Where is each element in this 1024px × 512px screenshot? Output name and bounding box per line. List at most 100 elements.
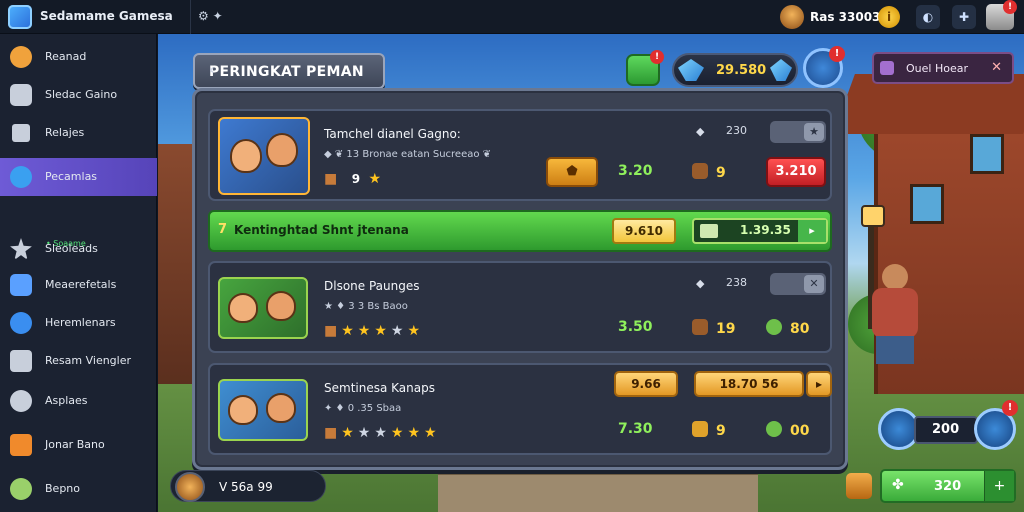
add-gems-icon[interactable] — [770, 59, 792, 81]
sidebar-item-10[interactable]: Bepno — [0, 470, 157, 508]
reward-value: 1.39.35 — [740, 223, 791, 237]
player-portrait — [218, 379, 308, 441]
currency-button[interactable]: ✤ 320 + — [880, 469, 1016, 503]
avatar[interactable] — [175, 472, 205, 502]
star-icon: ★ — [341, 323, 358, 339]
avatar-icon — [10, 46, 32, 68]
close-icon[interactable]: ✕ — [804, 275, 824, 293]
notification-badge: ! — [1003, 0, 1017, 14]
player-portrait — [218, 277, 308, 339]
player-bar[interactable]: V 56a 99 — [170, 470, 326, 502]
sidebar-item-1[interactable]: Sledac Gaino — [0, 76, 157, 114]
user-name: Ras 33003 — [810, 10, 881, 24]
gem-icon — [678, 59, 704, 81]
score-pill[interactable]: 9.610 — [612, 218, 676, 244]
chat-icon — [10, 350, 32, 372]
notice-banner[interactable]: Ouel Hoear ✕ — [872, 52, 1014, 84]
leaderboard-card[interactable]: Tamchel dianel Gagno: ◆ ❦ 13 Bronae eata… — [208, 109, 832, 201]
stat-icon: ◆ — [696, 277, 705, 290]
reward-pill[interactable]: 18.70 56 — [694, 371, 804, 397]
coin-icon[interactable]: i — [878, 6, 900, 28]
player-name: Semtinesa Kanaps — [324, 381, 435, 395]
leaderboard-title[interactable]: PERINGKAT PEMAN ‹ — [193, 53, 385, 89]
energy-counter[interactable]: 200 ! — [878, 400, 1018, 452]
app-title: Sedamame Gamesa — [40, 9, 173, 23]
chest-icon: ■ — [324, 323, 342, 339]
gear-icon — [10, 390, 32, 412]
add-button[interactable]: + — [984, 471, 1014, 501]
sidebar-item-8[interactable]: Asplaes — [0, 382, 157, 420]
chevron-left-icon[interactable]: ‹ — [209, 63, 375, 78]
sidebar-item-label: Sleoleads — [45, 242, 98, 255]
toggle-switch[interactable]: ★ — [770, 121, 826, 143]
mail-icon — [880, 61, 894, 75]
gems-value: 29.580 — [716, 63, 767, 78]
ticket-icon — [700, 224, 718, 238]
player-meta: ✦ ♦ 0 .35 Sbaa — [324, 403, 402, 414]
toggle-knob: ★ — [804, 123, 824, 141]
character-face — [230, 139, 262, 173]
character-face — [266, 133, 298, 167]
sidebar-item-6[interactable]: Heremlenars — [0, 304, 157, 342]
chevron-right-icon[interactable]: ▸ — [798, 220, 826, 242]
clover-icon — [766, 319, 782, 335]
tools-button[interactable]: ✚ — [952, 5, 976, 29]
leaderboard-card[interactable]: Semtinesa Kanaps ✦ ♦ 0 .35 Sbaa ■★★★★★★ … — [208, 363, 832, 455]
user-avatar[interactable] — [780, 5, 804, 29]
character-face — [266, 291, 296, 321]
sidebar-item-0[interactable]: Reanad — [0, 38, 157, 76]
sidebar-item-label: Jonar Bano — [45, 438, 105, 451]
cost-value: 9 — [692, 421, 726, 439]
player-meta: ★ ♦ 3 3 Bs Baoo — [324, 301, 408, 312]
star-icon: ★ — [357, 323, 375, 339]
reward-pill[interactable]: 1.39.35 ▸ — [692, 218, 828, 244]
sidebar-item-label: Sledac Gaino — [45, 88, 118, 101]
bag-icon[interactable] — [846, 473, 872, 499]
star-icon: ★ — [357, 425, 375, 441]
sidebar-item-9[interactable]: Jonar Bano — [0, 426, 157, 464]
counter-value: 200 — [932, 422, 960, 437]
reward-value: 80 — [766, 319, 809, 337]
gold-button[interactable]: ⬟ — [546, 157, 598, 187]
player-level: 9 — [351, 172, 361, 186]
scenery-path — [438, 472, 758, 512]
resource-icon — [692, 421, 708, 437]
rating-stars: ■★★★★★★ — [324, 425, 441, 441]
star-icon: ★ — [368, 171, 386, 187]
sidebar-item-label: Meaerefetals — [45, 278, 117, 291]
highlighted-rank-row[interactable]: 7 Kentinghtad Shnt jtenana 9.610 1.39.35… — [208, 210, 832, 252]
gift-button[interactable]: ! — [626, 50, 664, 86]
villager-character[interactable] — [864, 264, 924, 364]
scenery-cliff — [158, 144, 194, 384]
folder-icon — [10, 434, 32, 456]
villager-body — [872, 288, 918, 338]
sidebar-item-5[interactable]: Meaerefetals — [0, 266, 157, 304]
top-bar: Sedamame Gamesa ⚙ ✦ Ras 33003 i ◐ ✚ ! — [0, 0, 1024, 34]
villager-head — [882, 264, 908, 290]
toggle-switch[interactable]: ✕ — [770, 273, 826, 295]
sidebar-item-7[interactable]: Resam Viengler — [0, 342, 157, 380]
rank-label: Kentinghtad Shnt jtenana — [234, 223, 409, 237]
score-value: 7.30 — [618, 421, 653, 437]
leaderboard-card[interactable]: Dlsone Paunges ★ ♦ 3 3 Bs Baoo ■★★★★★ ◆ … — [208, 261, 832, 353]
sidebar-item-label: Reanad — [45, 50, 87, 63]
challenge-button[interactable]: 3.210 — [766, 157, 826, 187]
shield-button[interactable]: ! — [803, 46, 845, 88]
chevron-right-icon[interactable]: ▸ — [806, 371, 832, 397]
sidebar-item-2[interactable]: Relajes — [0, 114, 157, 152]
sidebar-item-label: Resam Viengler — [45, 354, 132, 367]
player-name: Dlsone Paunges — [324, 279, 420, 293]
toolbar-icons[interactable]: ⚙ ✦ — [198, 9, 223, 23]
settings-button[interactable]: ◐ — [916, 5, 940, 29]
star-icon: ★ — [374, 323, 391, 339]
score-pill[interactable]: 9.66 — [614, 371, 678, 397]
gems-counter[interactable]: 29.580 — [672, 53, 798, 87]
resource-icon — [692, 163, 708, 179]
sidebar-item-4[interactable]: Sleoleads — [0, 230, 157, 268]
close-icon[interactable]: ✕ — [991, 60, 1002, 75]
score-value: 3.20 — [618, 163, 653, 179]
villager-legs — [876, 336, 914, 364]
sidebar-item-3[interactable]: Pecamlas — [0, 158, 157, 196]
stat-icon: ◆ — [696, 125, 705, 138]
info-icon — [10, 312, 32, 334]
